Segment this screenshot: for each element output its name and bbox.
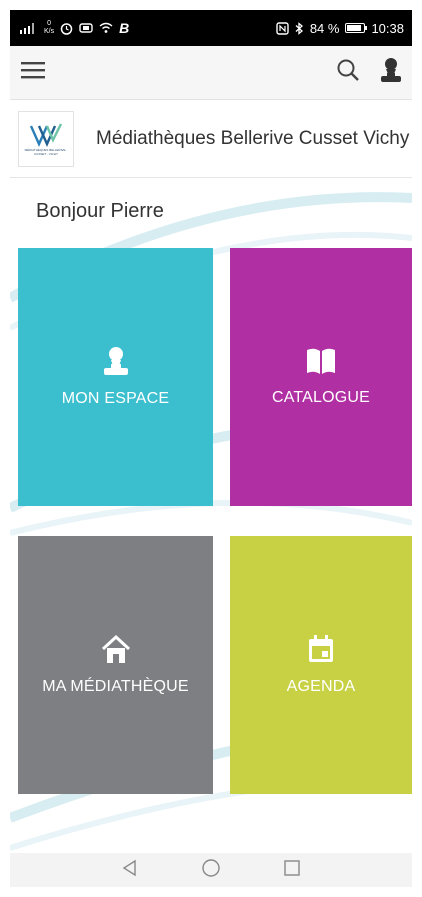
bluetooth-icon bbox=[295, 21, 303, 35]
calendar-icon bbox=[309, 635, 333, 662]
library-logo: MÉDIATHÈQUES BELLERIVE · CUSSET · VICHY bbox=[18, 110, 74, 167]
recents-icon[interactable] bbox=[283, 859, 301, 882]
nfc-icon bbox=[276, 21, 289, 35]
logo-mark-icon bbox=[29, 122, 63, 147]
library-header: MÉDIATHÈQUES BELLERIVE · CUSSET · VICHY … bbox=[10, 100, 412, 178]
menu-icon[interactable] bbox=[20, 60, 46, 85]
user-icon bbox=[103, 347, 128, 375]
greeting: Bonjour Pierre bbox=[36, 200, 164, 222]
home-content: Bonjour Pierre MON ESPACE CATALOGUE MA M… bbox=[10, 178, 412, 853]
data-saver-icon bbox=[79, 23, 93, 33]
app-toolbar bbox=[10, 46, 412, 100]
home-nav-icon[interactable] bbox=[201, 858, 221, 883]
wifi-icon bbox=[99, 22, 113, 33]
tile-label: CATALOGUE bbox=[271, 389, 371, 406]
library-name: Médiathèques Bellerive Cusset Vichy bbox=[96, 127, 410, 149]
battery-level bbox=[347, 25, 361, 31]
battery-percent: 84 % bbox=[309, 20, 340, 36]
tile-mon-espace[interactable]: MON ESPACE bbox=[18, 248, 213, 506]
tile-label: MON ESPACE bbox=[61, 390, 170, 407]
phone-screen: 0 K/s B 84 % 10:38 MÉDIATHÈQUES BELLERIV… bbox=[10, 10, 412, 887]
search-icon[interactable] bbox=[336, 58, 360, 87]
library-logo-text: MÉDIATHÈQUES BELLERIVE · CUSSET · VICHY bbox=[24, 147, 68, 156]
book-icon bbox=[307, 348, 335, 374]
system-nav-bar bbox=[10, 853, 412, 887]
back-icon[interactable] bbox=[121, 859, 139, 882]
tile-ma-mediatheque[interactable]: MA MÉDIATHÈQUE bbox=[18, 536, 213, 794]
tile-catalogue[interactable]: CATALOGUE bbox=[230, 248, 412, 506]
battery-icon bbox=[345, 23, 368, 33]
user-icon[interactable] bbox=[380, 57, 402, 88]
alarm-icon bbox=[60, 22, 73, 35]
status-left: 0 K/s B bbox=[20, 20, 129, 36]
tile-label: AGENDA bbox=[286, 678, 356, 695]
net-speed-unit: K/s bbox=[44, 28, 55, 35]
tile-agenda[interactable]: AGENDA bbox=[230, 536, 412, 794]
tile-label: MA MÉDIATHÈQUE bbox=[42, 678, 189, 695]
net-speed: 0 K/s bbox=[44, 20, 54, 36]
toolbar-actions bbox=[336, 57, 402, 88]
net-speed-value: 0 bbox=[47, 20, 52, 27]
signal-icon bbox=[20, 23, 34, 34]
status-bar: 0 K/s B 84 % 10:38 bbox=[10, 10, 412, 46]
status-right: 84 % 10:38 bbox=[276, 21, 404, 36]
home-icon bbox=[101, 634, 130, 663]
b-app-icon: B bbox=[119, 20, 130, 36]
clock: 10:38 bbox=[371, 20, 404, 36]
